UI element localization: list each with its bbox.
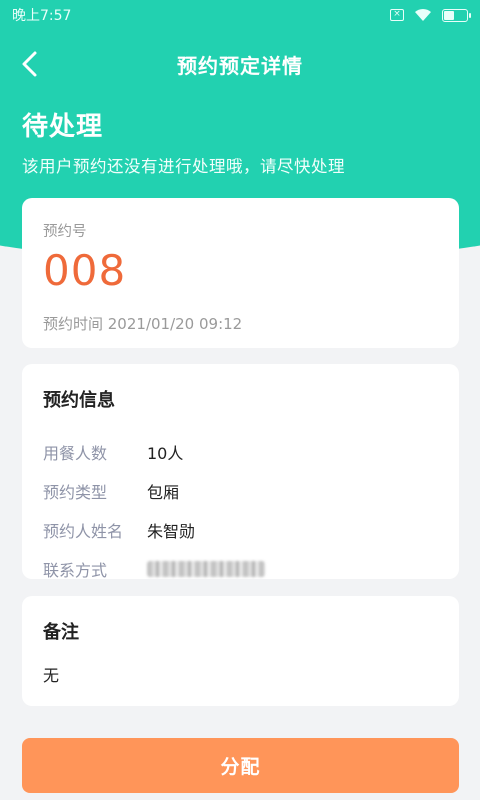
- wifi-icon: [415, 8, 431, 21]
- chevron-left-icon: [22, 51, 37, 77]
- status-title: 待处理: [22, 112, 104, 142]
- note-card: 备注 无: [22, 596, 459, 706]
- order-number: 008: [43, 246, 127, 295]
- info-value: 朱智勋: [147, 521, 196, 541]
- battery-icon: [442, 8, 471, 22]
- contact-phone-redacted[interactable]: [147, 560, 265, 577]
- info-section-title: 预约信息: [43, 390, 115, 411]
- screen: 晚上7:57 × 预约预定详情 待处理 该用户预约还没有进行处理哦，请尽快处理 …: [0, 0, 480, 800]
- note-text: 无: [43, 666, 60, 685]
- sim-off-icon: ×: [390, 9, 404, 21]
- order-time: 预约时间 2021/01/20 09:12: [43, 315, 243, 333]
- info-row-name: 预约人姓名 朱智勋: [43, 510, 438, 549]
- page-title: 预约预定详情: [177, 53, 303, 78]
- info-key: 用餐人数: [43, 443, 108, 463]
- info-key: 预约人姓名: [43, 521, 124, 541]
- assign-button[interactable]: 分配: [22, 738, 459, 793]
- order-card: 预约号 008 预约时间 2021/01/20 09:12: [22, 198, 459, 348]
- back-button[interactable]: [14, 48, 46, 80]
- order-number-label: 预约号: [43, 224, 87, 240]
- info-key: 预约类型: [43, 482, 108, 502]
- note-section-title: 备注: [43, 622, 79, 643]
- status-block: 待处理 该用户预约还没有进行处理哦，请尽快处理: [22, 106, 345, 177]
- nav-bar: 预约预定详情: [0, 38, 480, 90]
- info-row-contact: 联系方式: [43, 549, 438, 579]
- info-value: 10人: [147, 443, 184, 463]
- status-bar: 晚上7:57 ×: [0, 0, 480, 30]
- status-description: 该用户预约还没有进行处理哦，请尽快处理: [22, 157, 345, 176]
- info-row-guests: 用餐人数 10人: [43, 432, 438, 471]
- info-row-type: 预约类型 包厢: [43, 471, 438, 510]
- info-key: 联系方式: [43, 560, 108, 580]
- status-icons: ×: [390, 8, 471, 22]
- info-value: 包厢: [147, 482, 180, 502]
- status-time: 晚上7:57: [12, 8, 72, 24]
- reservation-info-card: 预约信息 用餐人数 10人 预约类型 包厢 预约人姓名 朱智勋 联系方式: [22, 364, 459, 579]
- info-rows: 用餐人数 10人 预约类型 包厢 预约人姓名 朱智勋 联系方式: [43, 432, 438, 579]
